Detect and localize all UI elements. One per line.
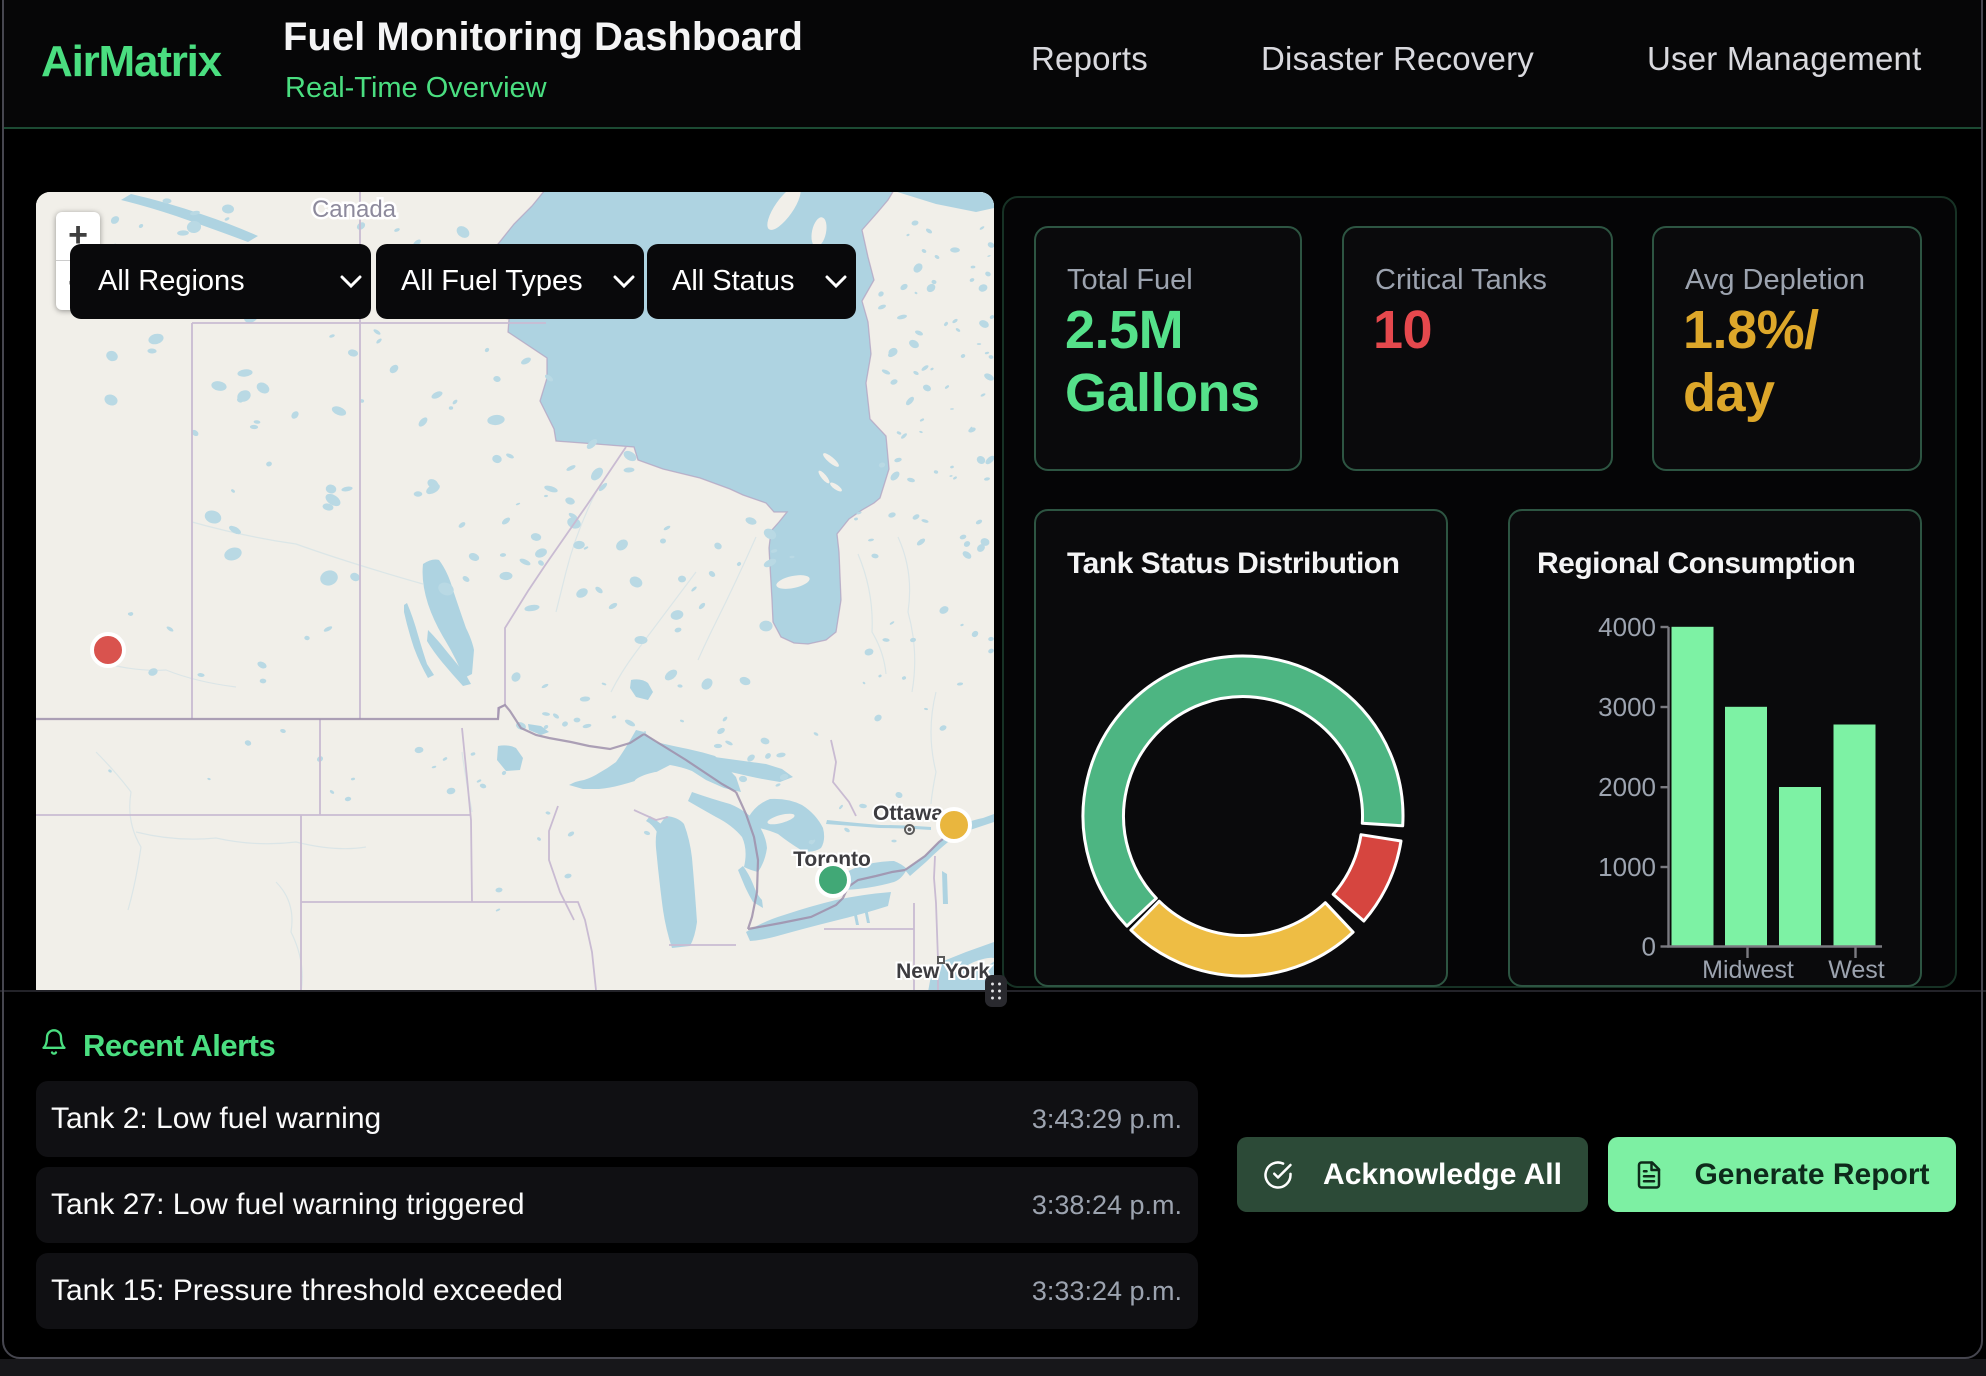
svg-text:4000: 4000 xyxy=(1598,612,1656,642)
svg-text:Canada: Canada xyxy=(312,196,397,223)
svg-text:0: 0 xyxy=(1642,932,1656,962)
svg-text:1000: 1000 xyxy=(1598,852,1656,882)
svg-text:Ottawa: Ottawa xyxy=(873,802,943,825)
svg-text:2000: 2000 xyxy=(1598,772,1656,802)
svg-text:Midwest: Midwest xyxy=(1702,956,1794,984)
svg-text:3000: 3000 xyxy=(1598,692,1656,722)
svg-text:West: West xyxy=(1828,956,1885,984)
